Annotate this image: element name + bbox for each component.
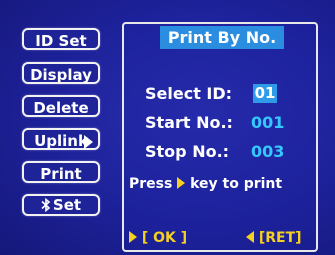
ok-softkey[interactable]: [ OK ] <box>129 230 187 246</box>
right-arrow-icon <box>177 177 186 189</box>
panel-title: Print By No. <box>160 26 284 49</box>
ret-label: [RET] <box>258 230 302 246</box>
menu-item-id-set[interactable]: ID Set <box>22 28 100 50</box>
menu-item-bluetooth-set[interactable]: Set <box>22 194 100 216</box>
print-panel <box>122 22 318 252</box>
select-id-field[interactable]: 01 <box>253 84 277 103</box>
menu-item-label: Uplink <box>34 132 88 150</box>
hint-prefix: Press <box>129 176 173 192</box>
menu-item-label: Set <box>52 196 82 214</box>
menu-item-delete[interactable]: Delete <box>22 95 100 117</box>
menu-item-label: Display <box>30 66 92 84</box>
menu-item-label: Delete <box>33 99 89 117</box>
ret-arrow-icon <box>246 231 254 243</box>
ret-softkey[interactable]: [RET] <box>246 230 302 246</box>
stop-no-label: Stop No.: <box>145 142 230 161</box>
start-no-value[interactable]: 001 <box>251 113 284 132</box>
select-id-label: Select ID: <box>145 84 233 103</box>
selection-arrow-icon <box>84 135 93 149</box>
device-screen: ID Set Display Delete Uplink Print Set P… <box>0 0 335 255</box>
menu-item-print[interactable]: Print <box>22 161 100 183</box>
hint-suffix: key to print <box>190 176 283 192</box>
ok-label: [ OK ] <box>141 230 188 246</box>
stop-no-value[interactable]: 003 <box>251 142 284 161</box>
menu-item-label: Print <box>40 165 82 183</box>
menu-item-display[interactable]: Display <box>22 62 100 84</box>
bluetooth-icon <box>41 198 51 212</box>
print-hint: Press key to print <box>129 176 282 192</box>
menu-item-label: ID Set <box>35 32 87 50</box>
ok-arrow-icon <box>129 231 137 243</box>
start-no-label: Start No.: <box>145 113 233 132</box>
